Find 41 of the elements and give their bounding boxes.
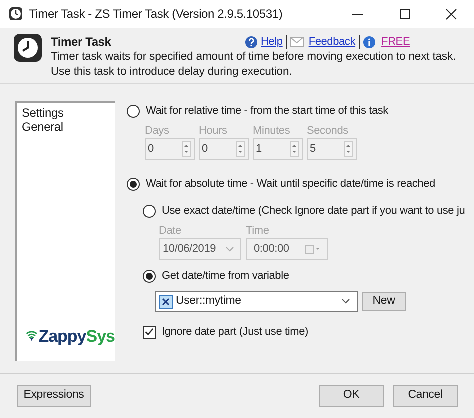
expressions-button[interactable]: Expressions	[17, 385, 91, 407]
cancel-button[interactable]: Cancel	[393, 385, 458, 407]
field-label: Time	[246, 225, 270, 238]
calendar-dropdown-icon	[305, 244, 321, 254]
field-label: Date	[159, 225, 182, 238]
clock-icon	[14, 34, 42, 62]
header-title: Timer Task	[51, 34, 112, 51]
close-icon[interactable]	[446, 8, 457, 20]
field-label: Hours	[199, 125, 228, 138]
checkbox-label: Ignore date part (Just use time)	[162, 324, 308, 340]
variable-dropdown[interactable]: User::mytime	[155, 291, 358, 312]
radio-button[interactable]	[143, 270, 156, 282]
field-label: Days	[145, 125, 170, 138]
option-label: Use exact date/time (Check Ignore date part if you want to use ju	[162, 204, 466, 219]
envelope-icon	[290, 37, 304, 47]
feedback-link[interactable]: Feedback	[308, 34, 356, 50]
new-button[interactable]: New	[362, 292, 406, 311]
header-description: Timer task waits for specified amount of time before moving execution to next task. Use this task to introduce delay during execution.	[51, 50, 458, 80]
free-link[interactable]: FREE	[382, 34, 410, 50]
option-label: Get date/time from variable	[162, 268, 290, 284]
help-link[interactable]: Help	[261, 34, 283, 50]
checkbox[interactable]	[143, 326, 156, 338]
radio-button[interactable]	[127, 104, 140, 118]
chevron-down-icon	[226, 246, 234, 252]
variable-icon	[159, 294, 173, 308]
chevron-down-icon	[342, 299, 350, 304]
radio-button[interactable]	[127, 178, 140, 190]
field-label: Seconds	[307, 125, 348, 138]
zappysys-logo: ZappySys	[26, 324, 115, 349]
option-label: Wait for relative time - from the start time of this task	[146, 104, 388, 119]
ok-button[interactable]: OK	[319, 385, 384, 407]
sidebar-item[interactable]: General	[22, 120, 64, 134]
help-icon	[245, 36, 258, 48]
window-title: Timer Task - ZS Timer Task (Version 2.9.5.10531)	[29, 6, 283, 23]
sidebar-item[interactable]: Settings	[22, 106, 64, 120]
option-label: Wait for absolute time - Wait until specific date/time is reached	[146, 176, 436, 192]
maximize-icon[interactable]	[400, 9, 410, 19]
clock-icon	[9, 7, 23, 21]
wifi-icon	[26, 329, 38, 344]
field-label: Minutes	[253, 125, 290, 138]
info-icon	[362, 36, 376, 48]
